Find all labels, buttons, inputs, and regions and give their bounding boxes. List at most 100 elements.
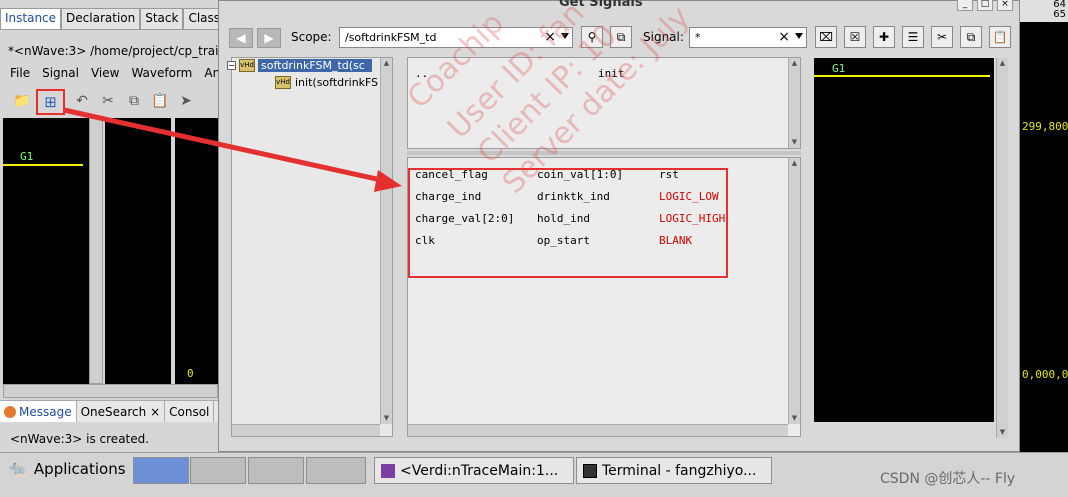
tree-hscrollbar[interactable] xyxy=(232,424,380,436)
task-verdi[interactable]: <Verdi:nTraceMain:1... xyxy=(374,457,574,484)
vhdl-icon: vHd xyxy=(275,76,291,89)
signal-label: Signal: xyxy=(643,30,684,44)
cut-icon[interactable]: ✂ xyxy=(98,91,118,111)
clear-signal-icon[interactable]: × xyxy=(778,29,790,45)
scope-label: Scope: xyxy=(291,30,332,44)
signal-value-pane[interactable] xyxy=(105,118,171,384)
x-box-filled-icon: ☒ xyxy=(849,30,861,44)
task-terminal-label: Terminal - fangzhiyo... xyxy=(602,462,757,479)
tab-message[interactable]: Message xyxy=(0,401,77,422)
selected-signals-pane[interactable]: G1 xyxy=(814,58,994,422)
menu-signal[interactable]: Signal xyxy=(42,66,79,86)
terminal-icon xyxy=(583,463,597,478)
filter-button[interactable]: ☰ xyxy=(902,26,924,48)
dialog-title: Get Signals xyxy=(559,0,643,10)
tab-onesearch[interactable]: OneSearch × xyxy=(77,401,166,422)
signal-list-vscrollbar[interactable]: ▲ ▼ xyxy=(788,158,800,424)
signal-pane-scrollbar[interactable] xyxy=(89,118,103,384)
wave-right-bottom-value: 0,000,0 xyxy=(1022,368,1068,381)
scope-list-vscrollbar[interactable]: ▲ ▼ xyxy=(788,58,800,148)
scroll-down-icon[interactable]: ▼ xyxy=(790,414,799,423)
select-all-button[interactable]: ☒ xyxy=(844,26,866,48)
find-scope-button[interactable]: ⚲ xyxy=(581,26,603,48)
scroll-up-icon[interactable]: ▲ xyxy=(998,59,1007,68)
back-button[interactable]: ◀ xyxy=(229,28,253,48)
get-signals-icon: ⊞ xyxy=(44,93,57,111)
tab-console[interactable]: Consol xyxy=(165,401,215,422)
workspace-1[interactable] xyxy=(133,457,189,484)
tab-declaration[interactable]: Declaration xyxy=(61,8,141,30)
deselect-button[interactable]: ⌧ xyxy=(815,26,837,48)
tab-instance[interactable]: Instance xyxy=(0,8,62,30)
paste-icon[interactable]: 📋 xyxy=(150,91,170,111)
open-icon[interactable]: 📁 xyxy=(12,91,32,111)
chevron-down-icon[interactable] xyxy=(561,33,569,39)
wave-yellow-line xyxy=(3,164,83,166)
menu-waveform[interactable]: Waveform xyxy=(131,66,192,86)
selected-signal-label: G1 xyxy=(832,62,846,75)
task-terminal[interactable]: Terminal - fangzhiyo... xyxy=(576,457,772,484)
scroll-down-icon[interactable]: ▼ xyxy=(382,414,391,423)
scope-list-init[interactable]: init xyxy=(598,67,625,80)
arrow-left-icon: ◀ xyxy=(236,31,246,45)
scroll-down-icon[interactable]: ▼ xyxy=(998,428,1007,437)
wave-hscrollbar[interactable] xyxy=(3,384,218,398)
scroll-up-icon[interactable]: ▲ xyxy=(790,159,799,168)
nwave-window-title: *<nWave:3> /home/project/cp_traini xyxy=(8,44,230,58)
get-signals-dialog: Get Signals _ □ × ◀ ▶ Scope: /softdrinkF… xyxy=(218,0,1020,452)
scope-options-button[interactable]: ⧉ xyxy=(610,26,632,48)
menu-bar: File Signal View Waveform Ana xyxy=(0,66,228,86)
tab-stack[interactable]: Stack xyxy=(140,8,184,30)
tree-vscrollbar[interactable]: ▲ ▼ xyxy=(380,58,392,424)
cut-icon: ✂ xyxy=(936,30,948,44)
scope-combobox[interactable]: /softdrinkFSM_td × xyxy=(339,27,573,48)
scroll-up-icon[interactable]: ▲ xyxy=(382,59,391,68)
workspace-2[interactable] xyxy=(190,457,246,484)
chevron-down-icon[interactable] xyxy=(795,33,803,39)
clear-scope-icon[interactable]: × xyxy=(544,29,556,45)
paste-button[interactable]: 📋 xyxy=(989,26,1011,48)
preview-vscrollbar[interactable]: ▲ ▼ xyxy=(996,58,1008,438)
menu-file[interactable]: File xyxy=(10,66,30,86)
tree-root-label: softdrinkFSM_td(sc xyxy=(258,59,372,72)
copy-icon[interactable]: ⧉ xyxy=(124,91,144,111)
workspace-3[interactable] xyxy=(248,457,304,484)
maximize-icon[interactable]: □ xyxy=(977,0,993,11)
tree-item-root[interactable]: − vHd softdrinkFSM_td(sc xyxy=(227,59,372,72)
scope-options-icon: ⧉ xyxy=(616,29,626,44)
tree-child-label: init(softdrinkFS xyxy=(295,76,379,89)
copy-icon: ⧉ xyxy=(966,29,976,44)
applications-menu[interactable]: 🐀 Applications xyxy=(8,459,126,478)
scope-tree-panel[interactable]: ▲ ▼ xyxy=(231,57,393,437)
applications-label: Applications xyxy=(33,459,126,478)
get-signals-button[interactable]: ⊞ xyxy=(36,89,65,115)
paste-icon: 📋 xyxy=(992,30,1008,44)
panel-splitter[interactable] xyxy=(407,151,801,155)
task-verdi-label: <Verdi:nTraceMain:1... xyxy=(400,462,559,479)
pointer-icon[interactable]: ➤ xyxy=(176,91,196,111)
nwave-toolbar: 📁 ↶ ✂ ⧉ 📋 ➤ xyxy=(0,88,218,114)
signal-filter-combobox[interactable]: * × xyxy=(689,27,807,48)
forward-button[interactable]: ▶ xyxy=(257,28,281,48)
signal-filter-value: * xyxy=(695,31,701,44)
tab-message-label: Message xyxy=(19,404,72,419)
signal-name-pane[interactable] xyxy=(3,118,89,384)
signal-list-hscrollbar[interactable] xyxy=(408,424,788,436)
instance-tab-bar: Instance Declaration Stack Class O xyxy=(0,8,245,30)
cut-button[interactable]: ✂ xyxy=(931,26,953,48)
scope-list-parent[interactable]: .. xyxy=(415,67,428,80)
undo-icon[interactable]: ↶ xyxy=(72,91,92,111)
collapse-icon[interactable]: − xyxy=(227,61,236,70)
add-signal-button[interactable]: ✚ xyxy=(873,26,895,48)
workspace-4[interactable] xyxy=(306,457,366,484)
close-icon[interactable]: × xyxy=(997,0,1013,11)
verdi-icon xyxy=(381,463,395,478)
arrow-right-icon: ▶ xyxy=(264,31,274,45)
tree-item-init[interactable]: vHd init(softdrinkFS xyxy=(275,76,378,89)
minimize-icon[interactable]: _ xyxy=(957,0,973,11)
copy-button[interactable]: ⧉ xyxy=(960,26,982,48)
scroll-up-icon[interactable]: ▲ xyxy=(790,59,799,68)
waveform-pane[interactable] xyxy=(175,118,218,384)
scroll-down-icon[interactable]: ▼ xyxy=(790,138,799,147)
menu-view[interactable]: View xyxy=(91,66,119,86)
